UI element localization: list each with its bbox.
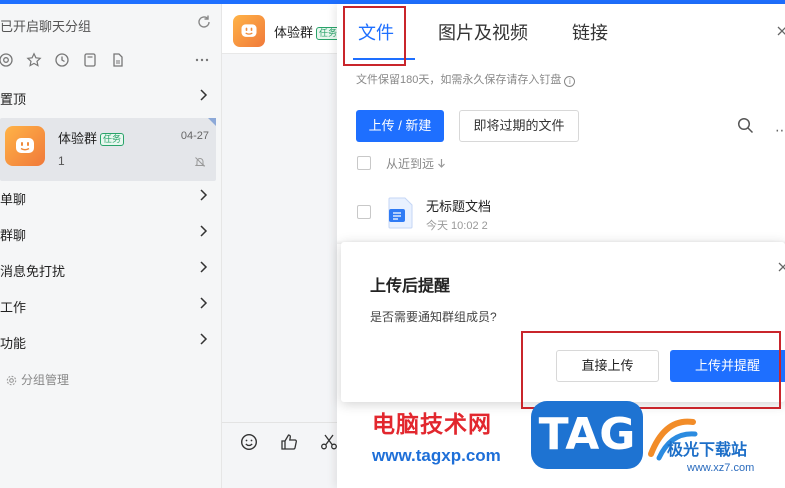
section-work[interactable]: 工作 <box>0 294 222 316</box>
arrow-down-icon <box>438 159 446 168</box>
mute-bell-icon <box>194 157 206 167</box>
emoji-icon[interactable] <box>240 433 258 451</box>
scissors-icon[interactable] <box>320 433 338 451</box>
tab-images-videos[interactable]: 图片及视频 <box>438 19 528 45</box>
section-label: 工作 <box>0 300 27 315</box>
close-icon[interactable] <box>776 260 785 274</box>
document-file-icon <box>388 197 413 229</box>
bot-face-icon <box>16 138 34 153</box>
dialog-title: 上传后提醒 <box>370 278 451 295</box>
chevron-right-icon <box>200 261 208 273</box>
chat-toolbar <box>222 422 337 488</box>
section-direct[interactable]: 单聊 <box>0 186 222 208</box>
star-icon[interactable] <box>26 52 42 68</box>
clock-icon[interactable] <box>54 52 70 68</box>
conversation-date: 04-27 <box>180 130 209 142</box>
sidebar-filter-icons <box>0 52 222 70</box>
chat-header: 体验群 任务 <box>222 4 341 54</box>
chat-avatar <box>233 15 265 47</box>
close-icon[interactable] <box>775 24 785 38</box>
section-label: 消息免打扰 <box>0 264 66 279</box>
sort-toggle[interactable]: 从近到远 <box>386 155 446 172</box>
gear-icon <box>6 375 17 386</box>
section-label: 置顶 <box>0 92 27 107</box>
expiring-files-button[interactable]: 即将过期的文件 <box>459 110 579 142</box>
at-icon[interactable] <box>0 52 14 68</box>
sidebar-header-text: 已开启聊天分组 <box>0 19 92 34</box>
section-muted[interactable]: 消息免打扰 <box>0 258 222 280</box>
conversation-item[interactable]: 体验群 任务 04-27 1 <box>0 118 216 181</box>
tab-links[interactable]: 链接 <box>572 19 608 45</box>
watermark-cn-text: 电脑技术网 <box>372 411 492 437</box>
watermark-site-url: www.xz7.com <box>687 462 755 474</box>
upload-new-button[interactable]: 上传 / 新建 <box>356 110 444 142</box>
task-badge: 任务 <box>100 133 125 146</box>
file-icon[interactable] <box>110 52 126 68</box>
refresh-icon[interactable] <box>196 14 212 30</box>
section-label: 单聊 <box>0 192 27 207</box>
chat-title: 体验群 任务 <box>274 22 341 41</box>
dialog-message: 是否需要通知群组成员? <box>370 310 497 324</box>
chevron-right-icon <box>200 297 208 309</box>
bot-face-icon <box>241 24 257 37</box>
section-groups[interactable]: 群聊 <box>0 222 222 244</box>
section-label: 群聊 <box>0 228 27 243</box>
file-time: 今天 10:02 <box>426 220 479 232</box>
retention-notice-text: 文件保留180天，如需永久保存请存入钉盘 <box>356 74 562 86</box>
file-name[interactable]: 无标题文档 <box>426 196 491 215</box>
sidebar-header: 已开启聊天分组 <box>0 14 222 34</box>
chat-area: 体验群 任务 <box>222 4 341 488</box>
section-features[interactable]: 功能 <box>0 330 222 352</box>
chevron-right-icon <box>200 333 208 345</box>
conversation-count: 1 <box>58 154 65 168</box>
sort-label: 从近到远 <box>386 157 435 171</box>
file-checkbox[interactable] <box>357 205 371 219</box>
doc-icon[interactable] <box>82 52 98 68</box>
file-meta: 今天 10:02 2 <box>426 217 488 233</box>
info-icon[interactable]: i <box>564 76 576 87</box>
group-manage-label: 分组管理 <box>21 373 70 387</box>
more-icon[interactable] <box>194 52 210 68</box>
chevron-right-icon <box>200 89 208 101</box>
retention-notice: 文件保留180天，如需永久保存请存入钉盘 i <box>356 71 576 87</box>
section-pinned[interactable]: 置顶 <box>0 86 222 108</box>
watermark-site-name: 极光下载站 <box>667 442 748 459</box>
chat-title-text: 体验群 <box>274 25 314 40</box>
conversation-name-text: 体验群 <box>58 131 98 146</box>
annotation-box-files-tab <box>343 6 406 66</box>
conversation-name: 体验群 任务 <box>58 128 125 147</box>
thumbs-up-icon[interactable] <box>280 433 298 451</box>
chevron-right-icon <box>200 225 208 237</box>
search-icon[interactable] <box>737 117 754 134</box>
watermark-url: www.tagxp.com <box>372 446 501 465</box>
pinned-corner-mark <box>208 118 216 126</box>
group-avatar <box>5 126 45 166</box>
watermark-tag-logo: TAG <box>531 401 643 469</box>
group-manage-link[interactable]: 分组管理 <box>6 371 69 388</box>
select-all-checkbox[interactable] <box>357 156 371 170</box>
more-icon[interactable]: ⋯ <box>775 122 785 139</box>
section-label: 功能 <box>0 336 27 351</box>
chevron-right-icon <box>200 189 208 201</box>
annotation-box-dialog-buttons <box>521 331 781 409</box>
file-count: 2 <box>481 220 488 232</box>
sidebar: 已开启聊天分组 置顶 体验群 任务 04-27 1 单聊 群聊 消息免打扰 工作… <box>0 4 222 488</box>
